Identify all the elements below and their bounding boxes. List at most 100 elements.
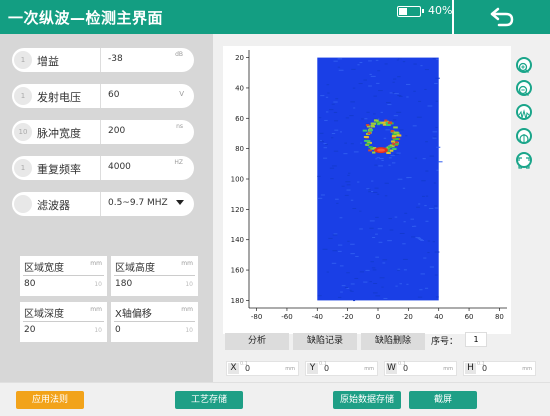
repeat-freq-value[interactable]: 4000	[108, 162, 131, 172]
speckle	[434, 205, 438, 207]
battery-level	[399, 8, 407, 15]
zoom-in-icon[interactable]	[516, 57, 532, 73]
filter-value[interactable]: 0.5~9.7 MHZ	[108, 198, 168, 208]
defect-ring-mark	[371, 122, 376, 125]
raw-data-save-button[interactable]: 原始数据存储	[333, 391, 401, 409]
speckle	[330, 137, 334, 139]
speckle	[336, 202, 339, 204]
region-width-field[interactable]: 区域宽度 mm 80 10	[20, 256, 107, 296]
pulse-width-field[interactable]: 10 脉冲宽度 200 ns	[12, 120, 194, 144]
speckle	[422, 158, 426, 160]
speckle	[377, 70, 381, 72]
speckle	[358, 83, 363, 85]
region-height-value[interactable]: 180	[115, 279, 132, 289]
pulse-width-step[interactable]: 10	[14, 123, 32, 141]
speckle	[327, 92, 330, 94]
speckle	[352, 87, 356, 89]
defect-record-button[interactable]: 缺陷记录	[293, 333, 357, 350]
speckle	[365, 269, 370, 271]
filter-select[interactable]: 滤波器 0.5~9.7 MHZ	[12, 192, 194, 216]
screenshot-button[interactable]: 截屏	[409, 391, 477, 409]
region-width-value[interactable]: 80	[24, 279, 35, 289]
speckle	[319, 132, 324, 134]
sequence-input[interactable]: 1	[465, 332, 487, 347]
defect-ring-mark	[386, 151, 391, 154]
speckle	[352, 208, 357, 210]
waveform-icon[interactable]	[516, 104, 532, 120]
region-height-field[interactable]: 区域高度 mm 180 10	[111, 256, 198, 296]
zoom-out-icon[interactable]	[516, 80, 532, 96]
coord-w-field[interactable]: W 0.1 0 mm	[384, 361, 457, 376]
speckle	[406, 283, 409, 285]
process-save-button[interactable]: 工艺存储	[175, 391, 243, 409]
region-depth-field[interactable]: 区域深度 mm 20 10	[20, 302, 107, 342]
pulse-width-unit: ns	[176, 123, 183, 130]
expand-icon[interactable]	[516, 152, 532, 169]
defect-ring-mark	[390, 140, 395, 143]
filter-step[interactable]	[14, 195, 32, 213]
speckle	[320, 194, 325, 196]
coord-y-field[interactable]: Y 0.1 0 mm	[305, 361, 378, 376]
dropdown-arrow-icon[interactable]	[176, 200, 184, 205]
speckle	[424, 88, 427, 90]
speckle	[393, 115, 399, 117]
voltage-step[interactable]: 1	[14, 87, 32, 105]
pulse-width-value[interactable]: 200	[108, 126, 125, 136]
region-depth-value[interactable]: 20	[24, 325, 35, 335]
defect-ring-mark	[385, 124, 391, 127]
speckle	[366, 188, 370, 190]
speckle	[417, 296, 423, 298]
x-offset-value[interactable]: 0	[115, 325, 121, 335]
speckle	[359, 228, 363, 230]
repeat-freq-unit: HZ	[174, 159, 183, 166]
sequence-label: 序号：	[431, 337, 459, 347]
x-offset-field[interactable]: X轴偏移 mm 0 10	[111, 302, 198, 342]
speckle	[323, 143, 327, 145]
x-tick-label: 40	[434, 313, 443, 321]
speckle	[378, 90, 383, 92]
coord-h-value[interactable]: 0	[482, 364, 487, 373]
apply-rule-button[interactable]: 应用法则	[16, 391, 84, 409]
defect-delete-button[interactable]: 缺陷删除	[361, 333, 425, 350]
voltage-field[interactable]: 1 发射电压 60 V	[12, 84, 194, 108]
speckle	[418, 239, 423, 241]
speckle	[436, 58, 439, 60]
rotate-icon[interactable]	[516, 128, 532, 144]
filter-label: 滤波器	[37, 199, 70, 212]
speckle	[418, 203, 421, 205]
repeat-freq-field[interactable]: 1 重复频率 4000 HZ	[12, 156, 194, 180]
gain-step[interactable]: 1	[14, 51, 32, 69]
coord-y-value[interactable]: 0	[324, 364, 329, 373]
coord-w-value[interactable]: 0	[403, 364, 408, 373]
back-button[interactable]	[452, 0, 550, 34]
speckle	[386, 102, 391, 104]
speckle	[432, 137, 437, 139]
zoom-in-glyph	[518, 62, 529, 73]
speckle	[337, 58, 343, 60]
coord-x-value[interactable]: 0	[245, 364, 250, 373]
speckle	[340, 291, 343, 293]
speckle	[435, 296, 439, 298]
speckle	[429, 266, 435, 268]
speckle	[325, 111, 329, 113]
gain-field[interactable]: 1 增益 -38 dB	[12, 48, 194, 72]
parameter-panel: 1 增益 -38 dB 1 发射电压 60 V 10 脉冲宽度 200 ns 1…	[0, 34, 213, 382]
repeat-freq-step[interactable]: 1	[14, 159, 32, 177]
x-tick-label: 0	[376, 313, 380, 321]
cscan-svg[interactable]: -80 -60 -40 -20 0 20 40 60 80 20 40 60 80 100 120 140 16…	[223, 46, 511, 334]
defect-ring-mark	[390, 129, 394, 132]
voltage-value[interactable]: 60	[108, 90, 119, 100]
defect-ring-mark	[391, 135, 397, 138]
speckle	[318, 117, 322, 119]
defect-ring-mark	[368, 146, 373, 149]
cscan-chart[interactable]: -80 -60 -40 -20 0 20 40 60 80 20 40 60 80 100 120 140 16…	[223, 46, 511, 334]
speckle	[381, 286, 384, 288]
speckle	[424, 287, 429, 289]
speckle	[343, 153, 348, 155]
divider	[100, 84, 101, 108]
speckle	[432, 58, 436, 60]
gain-value[interactable]: -38	[108, 54, 123, 64]
coord-x-field[interactable]: X 0.1 0 mm	[226, 361, 299, 376]
coord-h-field[interactable]: H 0.1 0 mm	[463, 361, 536, 376]
analyze-button[interactable]: 分析	[225, 333, 289, 350]
